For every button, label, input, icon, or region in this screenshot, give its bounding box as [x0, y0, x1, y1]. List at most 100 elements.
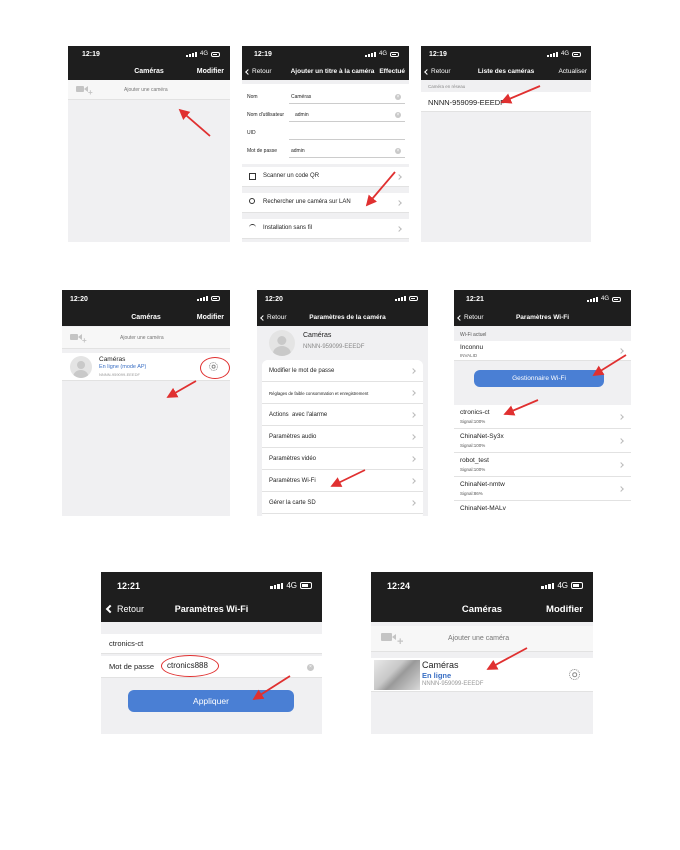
form-fields: Nom Caméras × Nom d'utilisateur admin × … — [242, 84, 409, 164]
status-time: 12:19 — [254, 51, 272, 58]
page-title: Paramètres Wi-Fi — [174, 604, 249, 614]
status-bar: 12:19 4G — [242, 46, 409, 63]
menu-item-sd-card[interactable]: Gérer la carte SD — [262, 492, 423, 514]
refresh-button[interactable]: Actualiser — [558, 68, 587, 75]
signal-area: 4G — [541, 581, 583, 590]
apply-label: Appliquer — [193, 696, 229, 706]
page-title: Paramètres Wi-Fi — [515, 314, 570, 321]
camera-name: Caméras — [422, 660, 459, 670]
clear-icon[interactable]: × — [395, 112, 401, 118]
settings-gear-icon[interactable] — [569, 669, 580, 680]
menu-item-audio[interactable]: Paramètres audio — [262, 426, 423, 448]
password-highlight-ring — [161, 655, 219, 677]
camera-name: Caméras — [303, 332, 332, 339]
settings-menu: Modifier le mot de passe Réglages de fai… — [262, 360, 423, 516]
field-password[interactable]: Mot de passe admin × — [242, 144, 409, 160]
ssid-value: ctronics-ct — [109, 639, 144, 648]
chevron-right-icon — [618, 462, 624, 468]
clear-icon[interactable]: × — [307, 664, 314, 671]
camera-list-item[interactable]: NNNN-959099-EEEDF — [421, 92, 591, 112]
camera-uid: NNNN-959099-EEEDF — [99, 372, 140, 377]
wifi-network-item[interactable]: ChinaNet-MALv — [454, 501, 631, 516]
search-lan-row[interactable]: Rechercher une caméra sur LAN — [242, 193, 409, 213]
edit-button[interactable]: Modifier — [197, 68, 224, 75]
field-value: admin — [291, 148, 305, 154]
wifi-network-name: ctronics-ct — [460, 409, 490, 416]
edit-button[interactable]: Modifier — [546, 604, 583, 615]
chevron-right-icon — [410, 478, 416, 484]
clear-icon[interactable]: × — [395, 148, 401, 154]
signal-area: 4G — [586, 296, 621, 302]
nav-bar: Retour Paramètres de la caméra — [257, 308, 428, 326]
wifi-network-item[interactable]: ChinaNet-nmtw Signal:86% — [454, 477, 631, 501]
add-camera-row[interactable]: + Ajouter une caméra — [68, 80, 230, 100]
add-camera-row[interactable]: + Ajouter une caméra — [62, 327, 230, 349]
battery-icon — [211, 296, 220, 301]
add-camera-label: Ajouter une caméra — [124, 87, 168, 93]
wireless-install-row[interactable]: Installation sans fil — [242, 219, 409, 239]
chevron-right-icon — [410, 434, 416, 440]
add-camera-row[interactable]: + Ajouter une caméra — [371, 626, 593, 652]
nav-bar: Caméras Modifier — [371, 597, 593, 622]
signal-icon — [395, 296, 406, 301]
nav-bar: Retour Liste des caméras Actualiser — [421, 63, 591, 80]
field-uid[interactable]: UID — [242, 126, 409, 142]
edit-button[interactable]: Modifier — [197, 314, 224, 321]
field-name[interactable]: Nom Caméras × — [242, 90, 409, 106]
status-bar: 12:19 4G — [421, 46, 591, 63]
battery-icon — [300, 582, 312, 589]
camera-name: Caméras — [99, 356, 126, 363]
menu-item-label: Actions avec l'alarme — [269, 412, 328, 418]
status-bar: 12:24 4G — [371, 572, 593, 597]
clear-icon[interactable]: × — [395, 94, 401, 100]
wifi-network-item[interactable]: ChinaNet-Sy3x Signal:100% — [454, 429, 631, 453]
network-label: 4G — [199, 51, 208, 57]
wifi-network-name: robot_test — [460, 457, 489, 464]
menu-item-alarm-actions[interactable]: Actions avec l'alarme — [262, 404, 423, 426]
add-camera-icon: + — [76, 85, 93, 97]
wifi-network-item[interactable]: robot_test Signal:100% — [454, 453, 631, 477]
wifi-network-item[interactable]: ctronics-ct Signal:100% — [454, 405, 631, 429]
screen-1-camera-list-empty: 12:19 4G Caméras Modifier + Ajouter une … — [68, 46, 230, 242]
status-time: 12:20 — [265, 296, 283, 303]
screen-2-add-camera: 12:19 4G Retour Ajouter un titre à la ca… — [242, 46, 409, 242]
status-time: 12:24 — [387, 581, 411, 591]
menu-item-wifi[interactable]: Paramètres Wi-Fi — [262, 470, 423, 492]
nav-bar: Retour Paramètres Wi-Fi — [101, 597, 322, 622]
menu-item-change-password[interactable]: Modifier le mot de passe — [262, 360, 423, 382]
search-lan-label: Rechercher une caméra sur LAN — [263, 199, 351, 205]
wifi-signal: Signal:100% — [460, 443, 486, 448]
wifi-network-name: ChinaNet-MALv — [460, 505, 506, 512]
camera-header: Caméras NNNN-959099-EEEDF — [257, 328, 428, 356]
wifi-manager-button[interactable]: Gestionnaire Wi-Fi — [474, 370, 604, 387]
signal-area: 4G — [185, 51, 220, 57]
nav-bar: Retour Ajouter un titre à la caméra Effe… — [242, 63, 409, 80]
camera-avatar — [269, 330, 295, 356]
chevron-right-icon — [396, 226, 402, 232]
status-bar: 12:19 4G — [68, 46, 230, 63]
wifi-manager-label: Gestionnaire Wi-Fi — [512, 375, 566, 382]
screen-5-camera-settings: 12:20 Retour Paramètres de la caméra Cam… — [257, 290, 428, 516]
camera-uid: NNNN-959099-EEEDF — [422, 681, 484, 687]
page-title: Paramètres de la caméra — [309, 314, 386, 321]
signal-icon — [185, 51, 197, 57]
apply-button[interactable]: Appliquer — [128, 690, 294, 712]
wifi-signal: Signal:100% — [460, 467, 486, 472]
field-username[interactable]: Nom d'utilisateur admin × — [242, 108, 409, 124]
menu-item-label: Réglages de faible consommation et enreg… — [269, 391, 369, 396]
scan-qr-row[interactable]: Scanner un code QR — [242, 167, 409, 187]
status-time: 12:21 — [466, 296, 484, 303]
ssid-row: ctronics-ct — [101, 634, 322, 654]
menu-item-video[interactable]: Paramètres vidéo — [262, 448, 423, 470]
signal-icon — [586, 296, 598, 302]
section-header: Caméra en réseau — [428, 84, 466, 89]
password-label: Mot de passe — [109, 662, 155, 671]
network-label: 4G — [600, 296, 609, 302]
camera-list-item[interactable]: Caméras En ligne NNNN-959099-EEEDF — [371, 658, 593, 692]
menu-item-label: Paramètres Wi-Fi — [269, 478, 316, 484]
menu-item-low-power[interactable]: Réglages de faible consommation et enreg… — [262, 382, 423, 404]
status-time: 12:19 — [82, 51, 100, 58]
current-wifi-row[interactable]: Inconnu INVALID — [454, 341, 631, 361]
search-icon — [249, 198, 255, 204]
done-button[interactable]: Effectué — [379, 68, 405, 75]
